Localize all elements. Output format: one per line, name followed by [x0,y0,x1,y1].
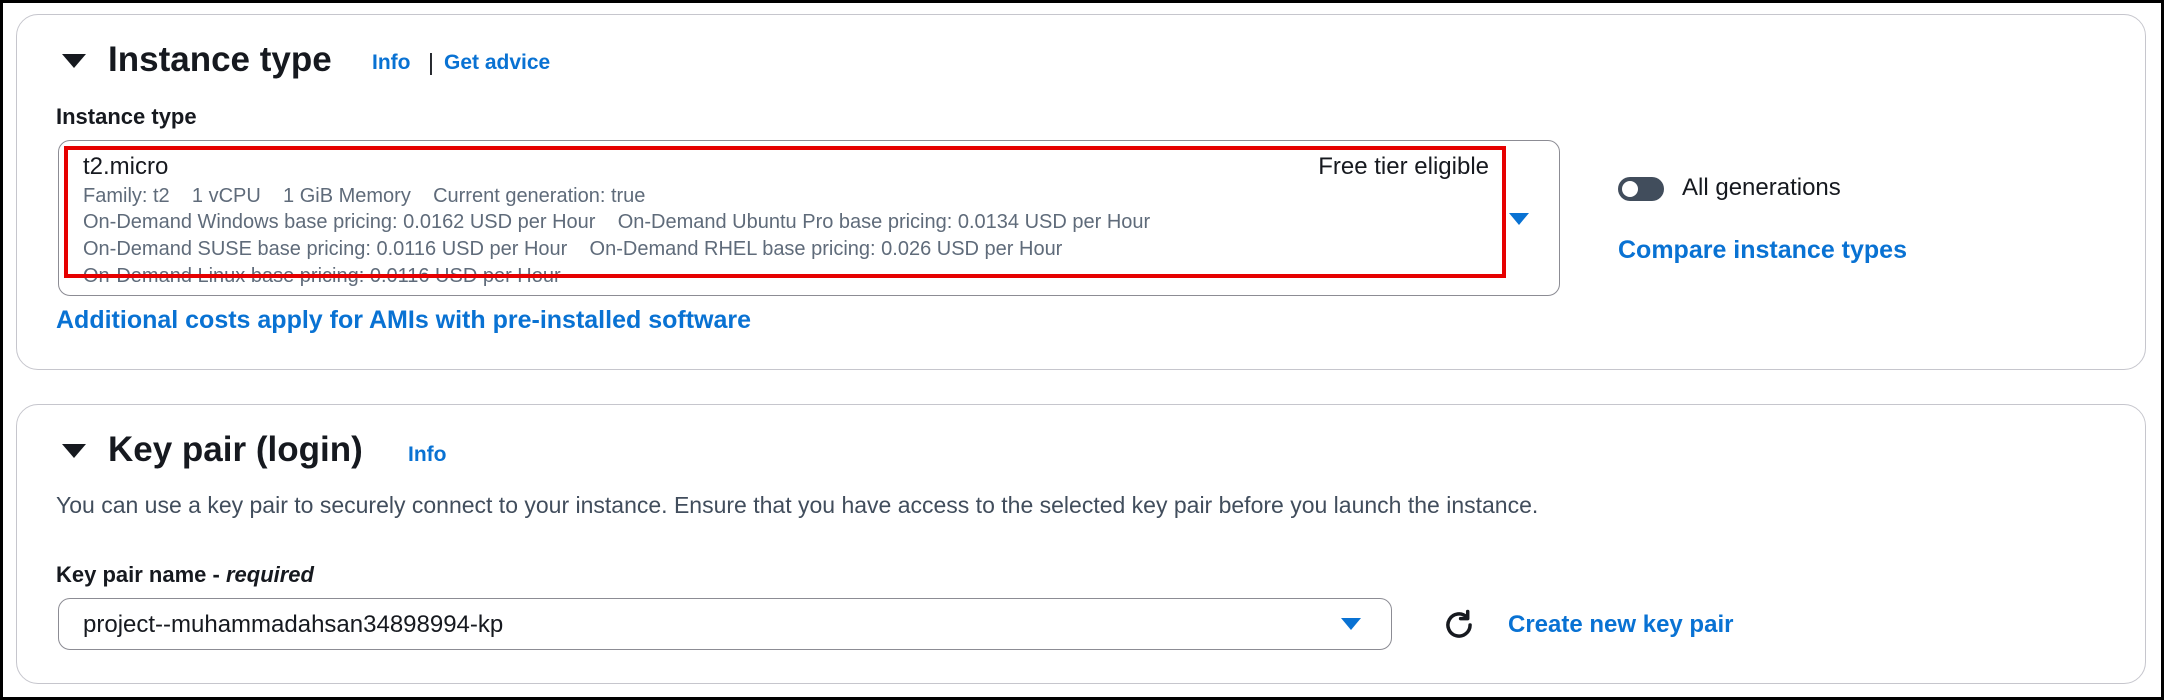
create-new-key-pair-link[interactable]: Create new key pair [1508,611,1733,639]
required-marker: required [225,562,314,587]
get-advice-link[interactable]: Get advice [444,51,550,75]
all-generations-label: All generations [1682,174,1841,201]
refresh-icon[interactable] [1440,606,1478,644]
key-pair-info-link[interactable]: Info [408,443,446,467]
key-pair-selected-value: project--muhammadahsan34898994-kp [83,611,504,638]
free-tier-badge: Free tier eligible [1318,153,1489,180]
instance-specs: Family: t2 1 vCPU 1 GiB Memory Current g… [83,185,646,207]
chevron-down-icon[interactable] [1341,618,1361,630]
link-separator: | [428,49,434,75]
key-pair-heading: Key pair (login) [108,430,363,469]
pricing-line-2: On-Demand SUSE base pricing: 0.0116 USD … [83,238,1063,260]
key-pair-label-text: Key pair name - [56,562,226,587]
chevron-down-icon[interactable] [1509,213,1529,225]
instance-type-select[interactable]: t2.micro Free tier eligible Family: t2 1… [58,140,1560,296]
pricing-line-3: On-Demand Linux base pricing: 0.0116 USD… [83,265,561,287]
instance-type-name: t2.micro [83,153,169,180]
key-pair-select[interactable]: project--muhammadahsan34898994-kp [58,598,1392,650]
instance-type-field-label: Instance type [56,104,197,129]
collapse-caret-icon[interactable] [62,54,86,68]
toggle-knob [1622,181,1638,197]
compare-instance-types-link[interactable]: Compare instance types [1618,236,1907,265]
all-generations-toggle[interactable] [1618,177,1664,201]
key-pair-description: You can use a key pair to securely conne… [56,492,1539,518]
instance-type-info-link[interactable]: Info [372,51,410,75]
additional-costs-link[interactable]: Additional costs apply for AMIs with pre… [56,306,751,335]
instance-type-heading: Instance type [108,40,332,79]
collapse-caret-icon[interactable] [62,444,86,458]
pricing-line-1: On-Demand Windows base pricing: 0.0162 U… [83,211,1151,233]
key-pair-field-label: Key pair name - required [56,562,314,588]
